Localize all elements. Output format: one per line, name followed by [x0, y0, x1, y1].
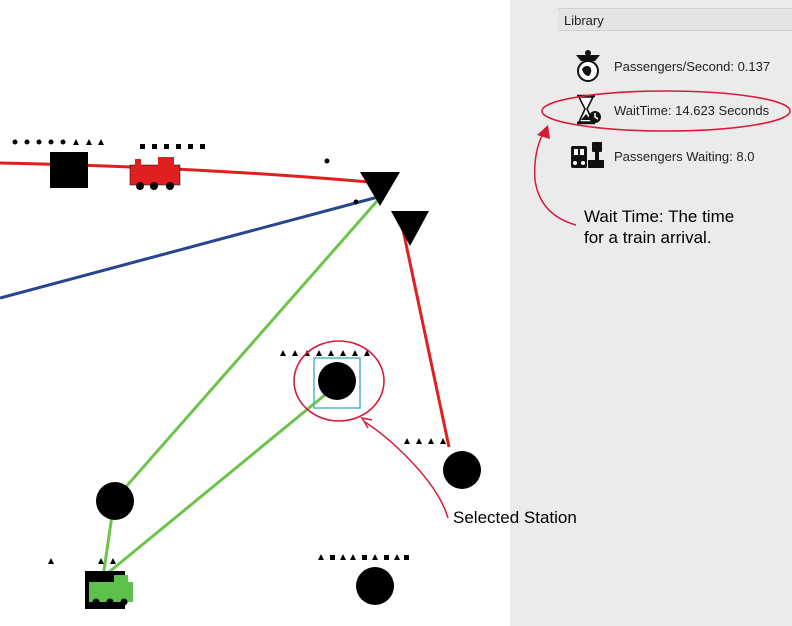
green-line-segment — [115, 199, 380, 498]
wait-time-stat: WaitTime: 14.623 Seconds — [570, 93, 769, 127]
passengers-waiting-stat: Passengers Waiting: 8.0 — [570, 139, 754, 173]
station-circle-selected — [318, 362, 356, 400]
station-triangle — [391, 211, 429, 246]
wait-time-annotation-line1: Wait Time: The time — [584, 207, 735, 226]
library-panel: Library Passengers/Second: 0.137 WaitTim… — [510, 0, 792, 626]
library-header: Library — [558, 8, 792, 31]
hourglass-icon — [570, 93, 606, 127]
selected-station-annotation: Selected Station — [453, 508, 577, 527]
passengers-per-second-stat: Passengers/Second: 0.137 — [570, 49, 770, 83]
small-dot — [324, 158, 330, 164]
station-circle — [443, 451, 481, 489]
station-square — [50, 152, 88, 188]
red-train — [129, 157, 181, 190]
waiting-passengers-icon — [570, 139, 606, 173]
map-canvas[interactable] — [0, 0, 510, 626]
station-circle — [356, 567, 394, 605]
blue-line — [0, 195, 379, 300]
wait-time-label: WaitTime: 14.623 Seconds — [614, 102, 770, 118]
passengers-waiting-label: Passengers Waiting: 8.0 — [614, 148, 755, 164]
transit-map — [0, 139, 481, 609]
passengers-per-second-label: Passengers/Second: 0.137 — [614, 58, 771, 74]
green-line-segment — [102, 383, 338, 579]
small-dot — [353, 199, 359, 205]
station-circle — [96, 482, 134, 520]
wait-time-annotation-line2: for a train arrival. — [584, 228, 712, 247]
red-line-south — [400, 224, 451, 448]
passenger-globe-icon — [570, 49, 606, 83]
green-train — [85, 571, 133, 609]
